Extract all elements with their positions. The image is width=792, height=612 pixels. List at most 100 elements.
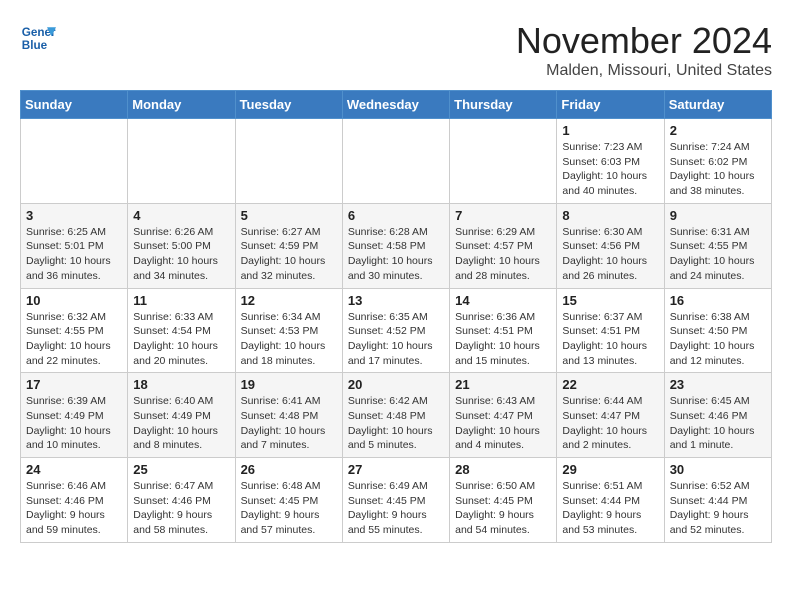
day-number: 15	[562, 293, 658, 308]
page-header: General Blue November 2024 Malden, Misso…	[20, 20, 772, 80]
calendar-cell: 21Sunrise: 6:43 AM Sunset: 4:47 PM Dayli…	[450, 373, 557, 458]
calendar-cell: 29 Sunrise: 6:51 AM Sunset: 4:44 PM Dayli…	[557, 458, 664, 543]
weekday-header: Thursday	[450, 91, 557, 119]
calendar-cell: 28 Sunrise: 6:50 AM Sunset: 4:45 PM Dayli…	[450, 458, 557, 543]
day-info: Sunrise: 6:28 AM Sunset: 4:58 PM Dayligh…	[348, 225, 444, 284]
day-number: 14	[455, 293, 551, 308]
calendar-cell: 27Sunrise: 6:49 AM Sunset: 4:45 PM Dayli…	[342, 458, 449, 543]
calendar-cell	[450, 119, 557, 204]
calendar-table: SundayMondayTuesdayWednesdayThursdayFrid…	[20, 90, 772, 543]
calendar-body: 1 Sunrise: 7:23 AM Sunset: 6:03 PM Daylig…	[21, 119, 772, 543]
calendar-week-row: 1 Sunrise: 7:23 AM Sunset: 6:03 PM Daylig…	[21, 119, 772, 204]
weekday-header: Monday	[128, 91, 235, 119]
day-info: Sunrise: 6:35 AM Sunset: 4:52 PM Dayligh…	[348, 310, 444, 369]
location-title: Malden, Missouri, United States	[516, 62, 772, 80]
calendar-cell: 3 Sunrise: 6:25 AM Sunset: 5:01 PM Daylig…	[21, 203, 128, 288]
calendar-cell: 10Sunrise: 6:32 AM Sunset: 4:55 PM Dayli…	[21, 288, 128, 373]
calendar-cell: 15 Sunrise: 6:37 AM Sunset: 4:51 PM Dayli…	[557, 288, 664, 373]
day-info: Sunrise: 6:34 AM Sunset: 4:53 PM Dayligh…	[241, 310, 337, 369]
calendar-cell: 5Sunrise: 6:27 AM Sunset: 4:59 PM Daylig…	[235, 203, 342, 288]
day-number: 30	[670, 462, 766, 477]
calendar-cell: 24 Sunrise: 6:46 AM Sunset: 4:46 PM Dayli…	[21, 458, 128, 543]
day-info: Sunrise: 6:29 AM Sunset: 4:57 PM Dayligh…	[455, 225, 551, 284]
calendar-cell	[235, 119, 342, 204]
weekday-header: Friday	[557, 91, 664, 119]
day-info: Sunrise: 7:24 AM Sunset: 6:02 PM Dayligh…	[670, 140, 766, 199]
day-number: 23	[670, 377, 766, 392]
calendar-cell	[342, 119, 449, 204]
day-info: Sunrise: 6:25 AM Sunset: 5:01 PM Dayligh…	[26, 225, 122, 284]
day-number: 28	[455, 462, 551, 477]
day-info: Sunrise: 6:45 AM Sunset: 4:46 PM Dayligh…	[670, 394, 766, 453]
calendar-cell: 12Sunrise: 6:34 AM Sunset: 4:53 PM Dayli…	[235, 288, 342, 373]
calendar-cell: 8Sunrise: 6:30 AM Sunset: 4:56 PM Daylig…	[557, 203, 664, 288]
logo-icon: General Blue	[20, 20, 56, 56]
calendar-cell: 20Sunrise: 6:42 AM Sunset: 4:48 PM Dayli…	[342, 373, 449, 458]
day-number: 9	[670, 208, 766, 223]
calendar-cell: 11 Sunrise: 6:33 AM Sunset: 4:54 PM Dayli…	[128, 288, 235, 373]
day-number: 17	[26, 377, 122, 392]
calendar-cell: 2Sunrise: 7:24 AM Sunset: 6:02 PM Daylig…	[664, 119, 771, 204]
day-info: Sunrise: 6:44 AM Sunset: 4:47 PM Dayligh…	[562, 394, 658, 453]
day-number: 22	[562, 377, 658, 392]
calendar-cell: 14 Sunrise: 6:36 AM Sunset: 4:51 PM Dayli…	[450, 288, 557, 373]
day-number: 10	[26, 293, 122, 308]
day-info: Sunrise: 6:39 AM Sunset: 4:49 PM Dayligh…	[26, 394, 122, 453]
day-info: Sunrise: 6:52 AM Sunset: 4:44 PM Dayligh…	[670, 479, 766, 538]
day-info: Sunrise: 6:48 AM Sunset: 4:45 PM Dayligh…	[241, 479, 337, 538]
calendar-header-row: SundayMondayTuesdayWednesdayThursdayFrid…	[21, 91, 772, 119]
day-number: 11	[133, 293, 229, 308]
calendar-week-row: 3 Sunrise: 6:25 AM Sunset: 5:01 PM Daylig…	[21, 203, 772, 288]
calendar-cell: 23 Sunrise: 6:45 AM Sunset: 4:46 PM Dayli…	[664, 373, 771, 458]
day-info: Sunrise: 6:49 AM Sunset: 4:45 PM Dayligh…	[348, 479, 444, 538]
title-block: November 2024 Malden, Missouri, United S…	[516, 20, 772, 80]
day-number: 7	[455, 208, 551, 223]
calendar-cell: 30 Sunrise: 6:52 AM Sunset: 4:44 PM Dayli…	[664, 458, 771, 543]
day-number: 16	[670, 293, 766, 308]
svg-text:Blue: Blue	[22, 39, 48, 52]
calendar-cell: 19 Sunrise: 6:41 AM Sunset: 4:48 PM Dayli…	[235, 373, 342, 458]
calendar-cell: 9 Sunrise: 6:31 AM Sunset: 4:55 PM Daylig…	[664, 203, 771, 288]
day-info: Sunrise: 7:23 AM Sunset: 6:03 PM Dayligh…	[562, 140, 658, 199]
day-number: 13	[348, 293, 444, 308]
day-info: Sunrise: 6:40 AM Sunset: 4:49 PM Dayligh…	[133, 394, 229, 453]
calendar-cell: 16Sunrise: 6:38 AM Sunset: 4:50 PM Dayli…	[664, 288, 771, 373]
day-info: Sunrise: 6:41 AM Sunset: 4:48 PM Dayligh…	[241, 394, 337, 453]
calendar-cell: 22 Sunrise: 6:44 AM Sunset: 4:47 PM Dayli…	[557, 373, 664, 458]
day-info: Sunrise: 6:43 AM Sunset: 4:47 PM Dayligh…	[455, 394, 551, 453]
day-info: Sunrise: 6:37 AM Sunset: 4:51 PM Dayligh…	[562, 310, 658, 369]
calendar-cell: 13 Sunrise: 6:35 AM Sunset: 4:52 PM Dayli…	[342, 288, 449, 373]
day-number: 20	[348, 377, 444, 392]
month-title: November 2024	[516, 20, 772, 62]
day-number: 1	[562, 123, 658, 138]
day-number: 24	[26, 462, 122, 477]
calendar-cell	[21, 119, 128, 204]
calendar-cell: 6 Sunrise: 6:28 AM Sunset: 4:58 PM Daylig…	[342, 203, 449, 288]
day-info: Sunrise: 6:51 AM Sunset: 4:44 PM Dayligh…	[562, 479, 658, 538]
day-number: 3	[26, 208, 122, 223]
day-number: 8	[562, 208, 658, 223]
weekday-header: Wednesday	[342, 91, 449, 119]
day-info: Sunrise: 6:36 AM Sunset: 4:51 PM Dayligh…	[455, 310, 551, 369]
calendar-week-row: 10Sunrise: 6:32 AM Sunset: 4:55 PM Dayli…	[21, 288, 772, 373]
day-info: Sunrise: 6:46 AM Sunset: 4:46 PM Dayligh…	[26, 479, 122, 538]
logo: General Blue	[20, 20, 56, 56]
day-number: 25	[133, 462, 229, 477]
day-number: 19	[241, 377, 337, 392]
calendar-cell: 1 Sunrise: 7:23 AM Sunset: 6:03 PM Daylig…	[557, 119, 664, 204]
weekday-header: Sunday	[21, 91, 128, 119]
day-info: Sunrise: 6:33 AM Sunset: 4:54 PM Dayligh…	[133, 310, 229, 369]
day-number: 5	[241, 208, 337, 223]
day-info: Sunrise: 6:31 AM Sunset: 4:55 PM Dayligh…	[670, 225, 766, 284]
day-number: 29	[562, 462, 658, 477]
day-info: Sunrise: 6:26 AM Sunset: 5:00 PM Dayligh…	[133, 225, 229, 284]
day-info: Sunrise: 6:50 AM Sunset: 4:45 PM Dayligh…	[455, 479, 551, 538]
day-number: 6	[348, 208, 444, 223]
calendar-cell: 7 Sunrise: 6:29 AM Sunset: 4:57 PM Daylig…	[450, 203, 557, 288]
calendar-cell: 18 Sunrise: 6:40 AM Sunset: 4:49 PM Dayli…	[128, 373, 235, 458]
weekday-header: Tuesday	[235, 91, 342, 119]
day-number: 18	[133, 377, 229, 392]
day-number: 4	[133, 208, 229, 223]
calendar-week-row: 24 Sunrise: 6:46 AM Sunset: 4:46 PM Dayli…	[21, 458, 772, 543]
calendar-week-row: 17 Sunrise: 6:39 AM Sunset: 4:49 PM Dayli…	[21, 373, 772, 458]
